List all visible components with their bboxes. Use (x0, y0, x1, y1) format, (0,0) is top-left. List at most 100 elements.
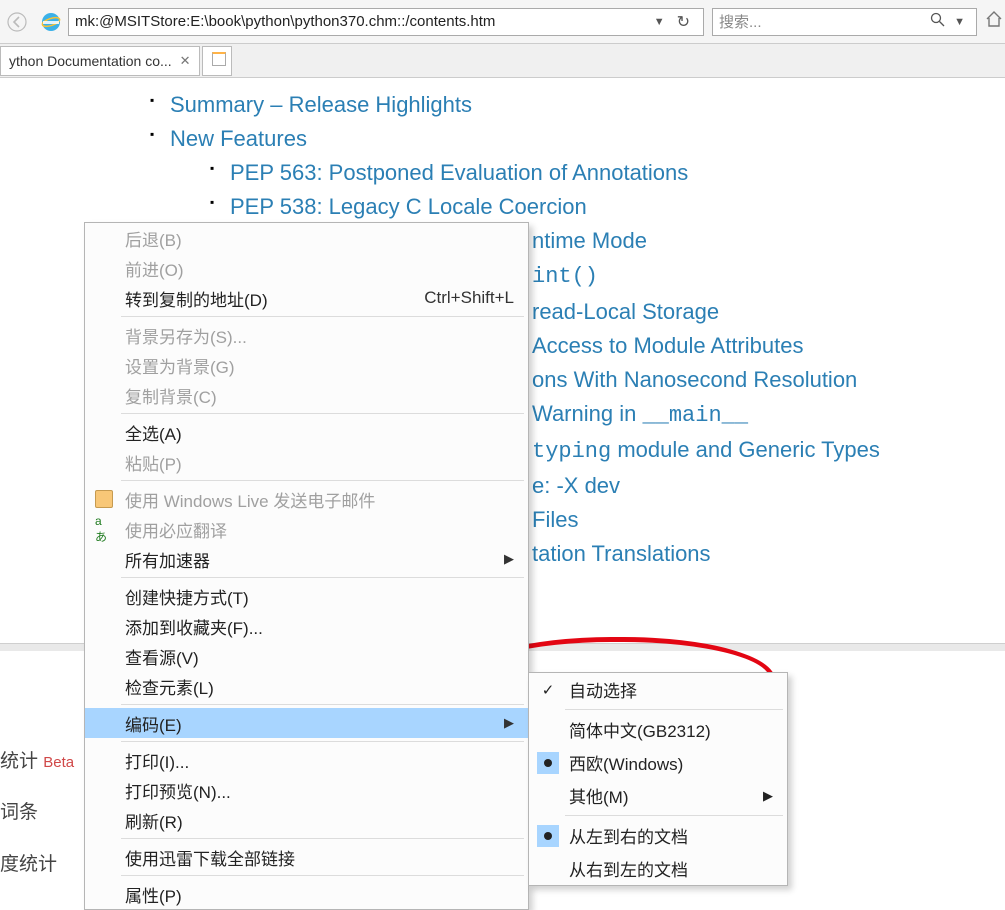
tab-bar: ython Documentation co... ✕ (0, 44, 1005, 78)
menu-item-label: 粘贴(P) (125, 450, 182, 475)
address-bar-text: mk:@MSITStore:E:\book\python\python370.c… (75, 13, 649, 30)
menu-item[interactable]: 打印预览(N)... (85, 775, 528, 805)
link-pep563[interactable]: PEP 563: Postponed Evaluation of Annotat… (230, 160, 688, 185)
encoding-submenu: ✓ 自动选择简体中文(GB2312) 西欧(Windows) 其他(M)▶ 从左到右的文… (528, 672, 788, 886)
menu-separator (121, 316, 524, 317)
submenu-item-label: 简体中文(GB2312) (569, 717, 711, 742)
link-new-features[interactable]: New Features (170, 126, 307, 151)
search-bar[interactable]: 搜索... ▼ (712, 8, 977, 36)
left-sidebar-fragments: 统计 Beta 词条 度统计 (0, 736, 74, 890)
tab-close-icon[interactable]: ✕ (180, 53, 191, 69)
refresh-icon[interactable]: ↻ (670, 12, 697, 32)
ie-logo-icon (40, 11, 62, 33)
menu-item[interactable]: 编码(E)▶ (85, 708, 528, 738)
back-button[interactable] (2, 7, 32, 37)
menu-separator (121, 577, 524, 578)
address-bar[interactable]: mk:@MSITStore:E:\book\python\python370.c… (68, 8, 704, 36)
submenu-arrow-icon: ▶ (504, 715, 514, 731)
link-partial-8[interactable]: Files (532, 507, 578, 532)
menu-item[interactable]: 使用迅雷下载全部链接 (85, 842, 528, 872)
search-icon[interactable] (926, 12, 949, 31)
link-partial-9[interactable]: tation Translations (532, 541, 711, 566)
link-partial-7[interactable]: e: -X dev (532, 473, 620, 498)
menu-separator (121, 704, 524, 705)
menu-separator (121, 741, 524, 742)
new-tab-button[interactable] (202, 46, 232, 76)
menu-item[interactable]: 全选(A) (85, 417, 528, 447)
link-partial-3[interactable]: Access to Module Attributes (532, 333, 803, 358)
menu-item-label: 背景另存为(S)... (125, 323, 247, 348)
menu-item[interactable]: 属性(P) (85, 879, 528, 909)
link-partial-2[interactable]: read-Local Storage (532, 299, 719, 324)
menu-item[interactable]: 打印(I)... (85, 745, 528, 775)
menu-item-label: 全选(A) (125, 420, 182, 445)
menu-item[interactable]: 检查元素(L) (85, 671, 528, 701)
menu-item-label: 使用 Windows Live 发送电子邮件 (125, 487, 375, 512)
browser-toolbar: mk:@MSITStore:E:\book\python\python370.c… (0, 0, 1005, 44)
menu-item: 后退(B) (85, 223, 528, 253)
menu-separator (565, 709, 783, 710)
menu-separator (121, 838, 524, 839)
link-pep538[interactable]: PEP 538: Legacy C Locale Coercion (230, 194, 587, 219)
menu-item: 复制背景(C) (85, 380, 528, 410)
menu-separator (121, 875, 524, 876)
search-placeholder: 搜索... (719, 11, 926, 32)
submenu-item[interactable]: ✓ 自动选择 (529, 673, 787, 706)
menu-item-label: 打印预览(N)... (125, 778, 231, 803)
menu-item-label: 检查元素(L) (125, 674, 214, 699)
submenu-item-label: 其他(M) (569, 783, 628, 808)
menu-item: 背景另存为(S)... (85, 320, 528, 350)
tab-active[interactable]: ython Documentation co... ✕ (0, 46, 200, 76)
checkmark-icon: ✓ (537, 679, 559, 701)
link-partial-1[interactable]: ntime Mode (532, 228, 647, 253)
menu-item-label: 所有加速器 (125, 547, 210, 572)
menu-item-label: 设置为背景(G) (125, 353, 235, 378)
submenu-item[interactable]: 西欧(Windows) (529, 746, 787, 779)
home-icon[interactable] (985, 10, 1003, 33)
radio-icon (537, 752, 559, 774)
menu-item: 前进(O) (85, 253, 528, 283)
link-partial-6[interactable]: typing module and Generic Types (532, 437, 880, 462)
context-menu: 后退(B) 前进(O) 转到复制的地址(D) Ctrl+Shift+L 背景另存为(S)… (84, 222, 529, 910)
menu-item-label: 打印(I)... (125, 748, 189, 773)
menu-item[interactable]: 刷新(R) (85, 805, 528, 835)
menu-separator (121, 413, 524, 414)
menu-item-label: 复制背景(C) (125, 383, 217, 408)
menu-item[interactable]: 查看源(V) (85, 641, 528, 671)
mail-icon (95, 490, 113, 508)
menu-item: 粘贴(P) (85, 447, 528, 477)
submenu-item[interactable]: 从左到右的文档 (529, 819, 787, 852)
submenu-item-label: 自动选择 (569, 677, 637, 702)
menu-item[interactable]: 所有加速器 ▶ (85, 544, 528, 574)
menu-item: 设置为背景(G) (85, 350, 528, 380)
menu-item-label: 创建快捷方式(T) (125, 584, 249, 609)
submenu-arrow-icon: ▶ (504, 551, 514, 567)
submenu-item[interactable]: 简体中文(GB2312) (529, 713, 787, 746)
menu-separator (565, 815, 783, 816)
submenu-item-label: 西欧(Windows) (569, 750, 683, 775)
menu-separator (121, 480, 524, 481)
menu-item[interactable]: 转到复制的地址(D) Ctrl+Shift+L (85, 283, 528, 313)
menu-item-label: 前进(O) (125, 256, 184, 281)
submenu-item[interactable]: 从右到左的文档 (529, 852, 787, 885)
toolbar-right-icons (985, 10, 1005, 33)
radio-icon (537, 825, 559, 847)
menu-item-label: 查看源(V) (125, 644, 199, 669)
menu-item[interactable]: 创建快捷方式(T) (85, 581, 528, 611)
menu-item-shortcut: Ctrl+Shift+L (424, 288, 514, 308)
menu-item-label: 使用迅雷下载全部链接 (125, 845, 295, 870)
link-summary[interactable]: Summary – Release Highlights (170, 92, 472, 117)
search-dropdown-icon[interactable]: ▼ (949, 16, 970, 28)
link-partial-mono1[interactable]: int() (532, 264, 598, 289)
menu-item-label: 转到复制的地址(D) (125, 286, 268, 311)
link-partial-5[interactable]: Warning in __main__ (532, 401, 748, 426)
submenu-item[interactable]: 其他(M)▶ (529, 779, 787, 812)
menu-item: 使用 Windows Live 发送电子邮件 (85, 484, 528, 514)
trans-icon: aあ (95, 520, 113, 538)
menu-item: aあ使用必应翻译 (85, 514, 528, 544)
menu-item[interactable]: 添加到收藏夹(F)... (85, 611, 528, 641)
link-partial-4[interactable]: ons With Nanosecond Resolution (532, 367, 857, 392)
tab-title: ython Documentation co... (9, 53, 172, 69)
menu-item-label: 添加到收藏夹(F)... (125, 614, 263, 639)
address-dropdown-icon[interactable]: ▼ (649, 16, 670, 28)
